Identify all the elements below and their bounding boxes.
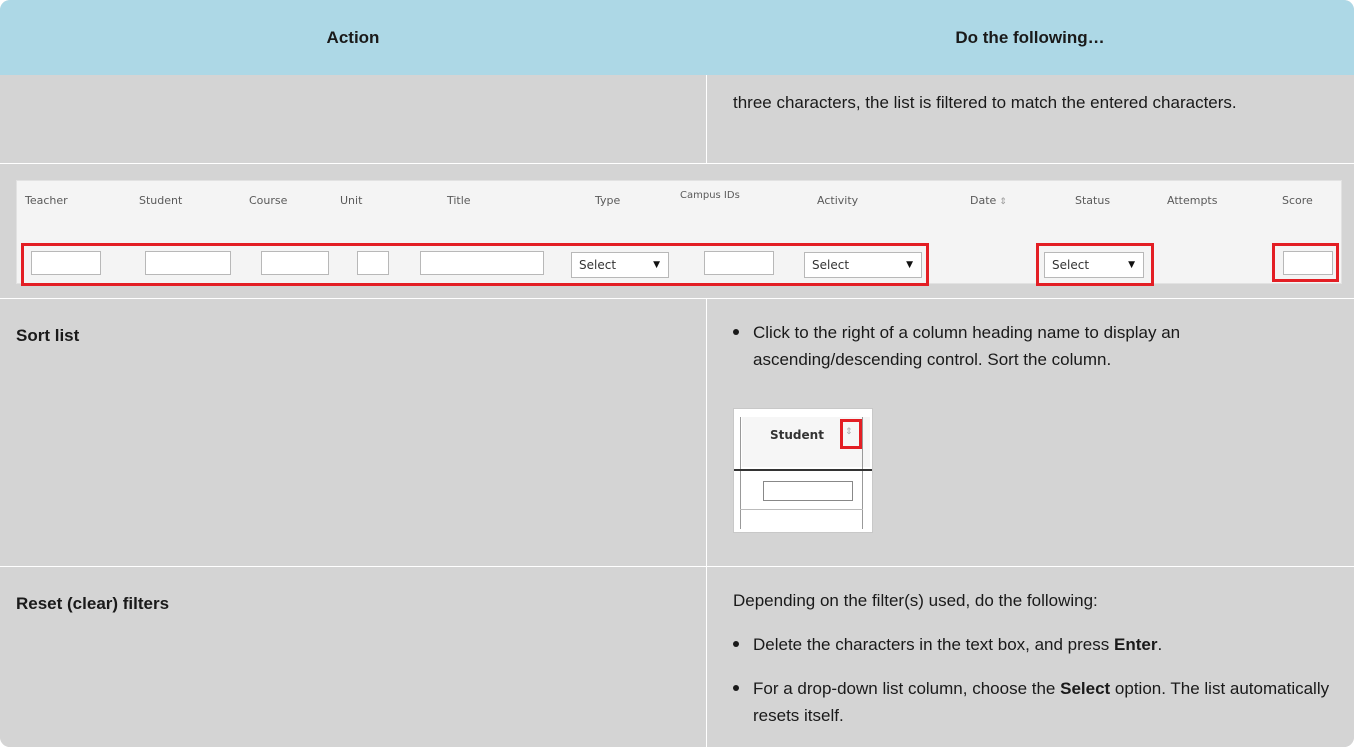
reset-intro-text: Depending on the filter(s) used, do the … [733, 591, 1098, 610]
mini-student-filter-input[interactable] [763, 481, 853, 501]
col-unit: Unit [340, 194, 363, 207]
col-type: Type [595, 194, 621, 207]
bullet-icon [733, 685, 739, 691]
table-header-row: Action Do the following… [0, 0, 1354, 75]
col-activity: Activity [817, 194, 859, 207]
col-teacher: Teacher [25, 194, 68, 207]
highlight-box-filters [21, 243, 929, 286]
sort-list-instruction: Click to the right of a column heading n… [753, 323, 1181, 369]
highlight-box-score [1272, 243, 1339, 282]
action-sort-list: Sort list [16, 326, 80, 345]
reset-dropdown-instruction: For a drop-down list column, choose the … [753, 679, 1330, 725]
col-date: Date ⇕ [970, 194, 1007, 207]
sort-icon: ⇕ [999, 197, 1007, 207]
reset-text-box-instruction: Delete the characters in the text box, a… [753, 635, 1163, 654]
header-action: Action [326, 27, 380, 47]
col-course: Course [249, 194, 288, 207]
instruction-table: Action Do the following… three character… [0, 0, 1354, 747]
highlight-box-sort [840, 419, 862, 449]
column-divider [706, 75, 707, 163]
table-row-filter-continued: three characters, the list is filtered t… [0, 75, 1354, 163]
col-attempts: Attempts [1167, 194, 1218, 207]
mini-right-border [862, 417, 863, 529]
col-score: Score [1282, 194, 1313, 207]
column-divider [706, 567, 707, 747]
filter-row-screenshot: Teacher Student Course Unit Title Type C… [16, 180, 1342, 286]
sort-list-bullet: Click to the right of a column heading n… [733, 319, 1333, 373]
header-do-the-following: Do the following… [955, 27, 1105, 47]
table-row-reset-filters: Reset (clear) filters Depending on the f… [0, 566, 1354, 747]
col-campus-ids: Campus IDs [680, 190, 740, 201]
col-date-label: Date [970, 194, 997, 207]
mini-student-heading: Student [770, 428, 824, 442]
action-reset-filters: Reset (clear) filters [16, 594, 170, 613]
col-student: Student [139, 194, 183, 207]
column-divider [706, 299, 707, 566]
filter-continuation-text: three characters, the list is filtered t… [733, 93, 1237, 112]
col-title: Title [447, 194, 471, 207]
mini-row-divider [740, 509, 863, 510]
bullet-icon [733, 641, 739, 647]
mini-left-border [740, 417, 741, 529]
reset-bullet-text-box: Delete the characters in the text box, a… [733, 631, 1333, 658]
reset-bullet-dropdown: For a drop-down list column, choose the … [733, 675, 1333, 729]
highlight-box-status [1036, 243, 1154, 286]
table-row-sort-list: Sort list Click to the right of a column… [0, 298, 1354, 566]
sort-control-screenshot: Student ⇕ [733, 408, 873, 533]
table-row-filter-screenshot: Teacher Student Course Unit Title Type C… [0, 163, 1354, 298]
bullet-icon [733, 329, 739, 335]
col-status: Status [1075, 194, 1111, 207]
mini-header-divider [734, 469, 872, 471]
